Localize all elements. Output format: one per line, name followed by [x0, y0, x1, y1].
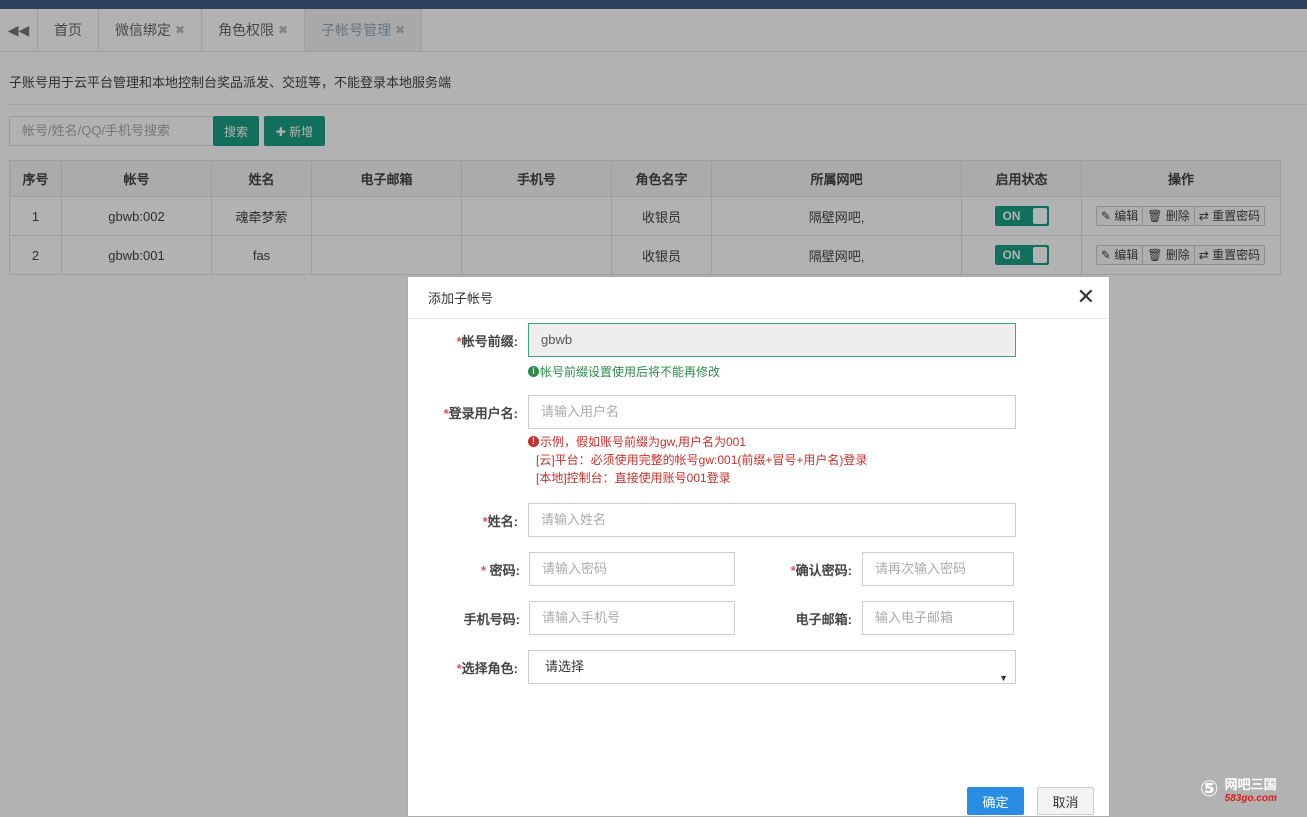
password-label: * 密码:	[438, 560, 520, 579]
hint-line: [本地]控制台：直接使用账号001登录	[536, 471, 731, 485]
label-text: 帐号前缀:	[461, 334, 518, 349]
add-sub-account-dialog: 添加子帐号 ✕ *帐号前缀: gbwb i 帐号前缀设置使用后将不能再修改 *登录…	[407, 276, 1110, 817]
username-hint: ! 示例，假如账号前缀为gw,用户名为001 [云]平台：必须使用完整的帐号gw:…	[528, 433, 867, 487]
watermark-text: 网吧三国 583go.com	[1225, 774, 1277, 804]
label-text: 姓名:	[487, 514, 518, 529]
phone-label: 手机号码:	[463, 612, 520, 627]
watermark-line1: 网吧三国	[1224, 777, 1277, 792]
dialog-title: 添加子帐号	[408, 277, 1109, 319]
hint-text: 示例，假如账号前缀为gw,用户名为001	[540, 435, 747, 449]
warning-icon: !	[528, 436, 539, 448]
password-input[interactable]: 请输入密码	[529, 552, 735, 586]
email-label: 电子邮箱:	[795, 612, 852, 627]
prefix-hint: i 帐号前缀设置使用后将不能再修改	[528, 363, 720, 380]
phone-input[interactable]: 请输入手机号	[529, 601, 735, 635]
select-value: 请选择	[545, 659, 585, 674]
close-icon[interactable]: ✕	[1077, 286, 1095, 308]
info-icon: i	[528, 366, 539, 378]
label-text: 密码:	[486, 563, 520, 578]
label-text: 登录用户名:	[448, 406, 518, 421]
username-label: *登录用户名:	[428, 403, 518, 422]
hint-line: ! 示例，假如账号前缀为gw,用户名为001	[528, 433, 867, 451]
label-text: 选择角色:	[461, 661, 518, 676]
name-input[interactable]: 请输入姓名	[528, 503, 1016, 537]
hint-text: 帐号前缀设置使用后将不能再修改	[540, 365, 721, 379]
watermark: ⑤ 网吧三国 583go.com	[1200, 774, 1277, 804]
role-label: *选择角色:	[438, 658, 518, 677]
confirm-password-input[interactable]: 请再次输入密码	[862, 552, 1014, 586]
name-label: *姓名:	[438, 511, 518, 530]
email-input[interactable]: 输入电子邮箱	[862, 601, 1014, 635]
role-select[interactable]: 请选择 ▼	[528, 650, 1016, 684]
watermark-logo: ⑤	[1200, 776, 1219, 801]
caret-down-icon: ▼	[999, 673, 1008, 683]
cancel-button[interactable]: 取消	[1037, 787, 1094, 815]
watermark-line2: 583go.com	[1224, 793, 1277, 804]
hint-line: [云]平台：必须使用完整的帐号gw:001(前缀+冒号+用户名)登录	[536, 453, 868, 467]
confirm-button[interactable]: 确定	[967, 787, 1024, 815]
label-text: 确认密码:	[795, 563, 852, 578]
prefix-field: gbwb	[528, 323, 1016, 357]
confirm-password-label: *确认密码:	[768, 560, 852, 579]
prefix-label: *帐号前缀:	[438, 331, 518, 350]
username-input[interactable]: 请输入用户名	[528, 395, 1016, 429]
